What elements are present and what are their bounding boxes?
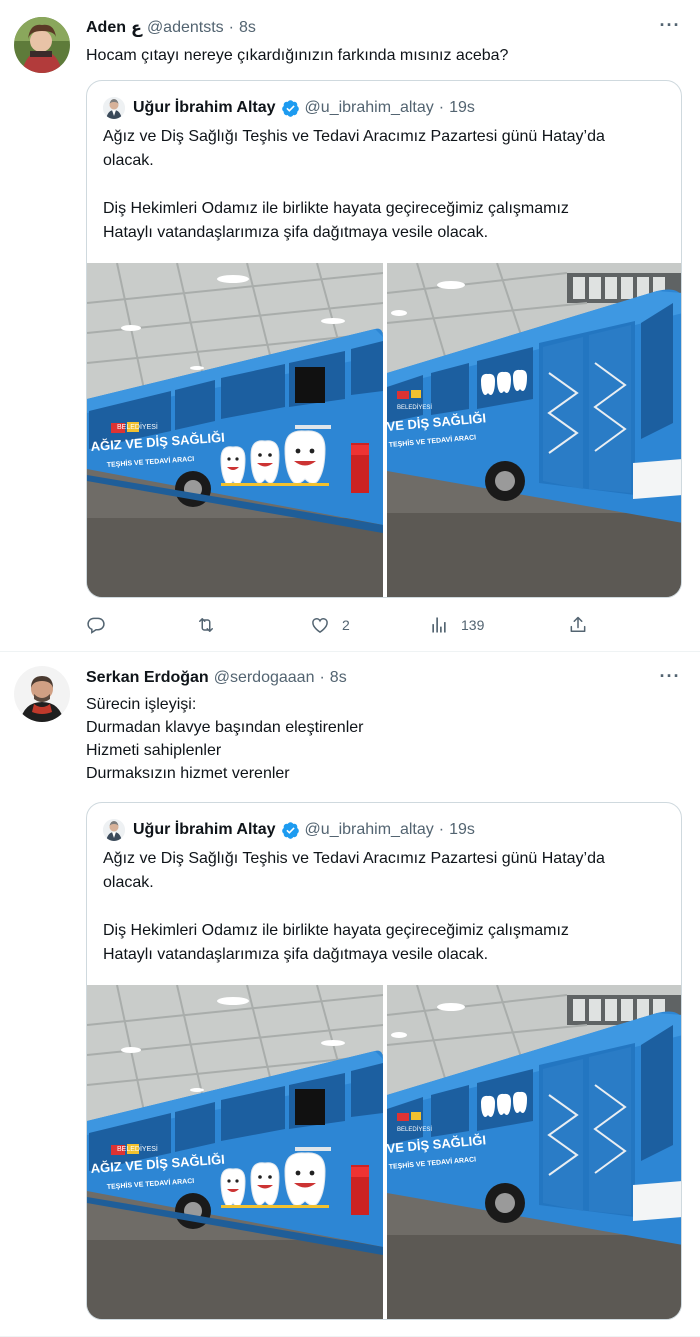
quoted-author-name: Uğur İbrahim Altay — [133, 821, 276, 838]
quoted-timestamp: 19s — [449, 821, 475, 838]
bus-photo-left[interactable]: BELEDİYESİ AĞIZ VE DİŞ SAĞLIĞI TEŞHİS VE… — [87, 985, 383, 1319]
media-grid: BELEDİYESİ AĞIZ VE DİŞ SAĞLIĞI TEŞHİS VE… — [87, 263, 681, 597]
tweet-text-line: Durmaksızın hizmet verenler — [86, 765, 290, 782]
bus-logo-text: BELEDİYESİ — [397, 404, 432, 411]
reply-button[interactable] — [86, 610, 118, 640]
verified-badge-icon — [281, 99, 299, 117]
tweet-text: Sürecin işleyişi: Durmadan klavye başınd… — [86, 693, 680, 785]
tweet-text: Hocam çıtayı nereye çıkardığınızın farkı… — [86, 44, 680, 67]
tweet-text-line: Durmadan klavye başından eleştirenler — [86, 719, 364, 736]
share-icon — [570, 616, 586, 632]
tweet[interactable]: Aden ع @adentsts · 8s ··· Hocam çıtayı n… — [0, 0, 700, 652]
tweet-text-line: Hocam çıtayı nereye çıkardığınızın farkı… — [86, 47, 509, 64]
bus-logo-text: BELEDİYESİ — [397, 1126, 432, 1133]
bus-photo-left[interactable]: BELEDİYESİ AĞIZ VE DİŞ SAĞLIĞI TEŞHİS VE… — [87, 263, 383, 597]
tweet[interactable]: Serkan Erdoğan @serdogaaan · 8s ··· Süre… — [0, 652, 700, 1337]
quoted-text-line: Diş Hekimleri Odamız ile birlikte hayata… — [103, 922, 569, 939]
separator: · — [319, 669, 325, 686]
bus-logo-text: BELEDİYESİ — [117, 1144, 158, 1153]
quoted-text-line: Diş Hekimleri Odamız ile birlikte hayata… — [103, 200, 569, 217]
retweet-button[interactable] — [196, 610, 228, 640]
quoted-text-line: Hataylı vatandaşlarımıza şifa dağıtmaya … — [103, 224, 489, 241]
quoted-tweet[interactable]: Uğur İbrahim Altay @u_ibrahim_altay · 19… — [86, 802, 682, 1320]
more-options-icon[interactable]: ··· — [658, 667, 682, 689]
verified-badge-icon — [281, 821, 299, 839]
like-button[interactable]: 2 — [310, 610, 350, 640]
quoted-text-line: Ağız ve Diş Sağlığı Teşhis ve Tedavi Ara… — [103, 128, 605, 145]
tweet-text-line: Sürecin işleyişi: — [86, 696, 197, 713]
avatar[interactable] — [14, 666, 70, 722]
quoted-tweet-header: Uğur İbrahim Altay @u_ibrahim_altay · 19… — [103, 819, 475, 841]
quoted-text-line: olacak. — [103, 874, 154, 891]
tweet-text-line: Hizmeti sahiplenler — [86, 742, 222, 759]
media-grid: BELEDİYESİ AĞIZ VE DİŞ SAĞLIĞI TEŞHİS VE… — [87, 985, 681, 1319]
bus-photo-right[interactable]: BELEDİYESİ VE DİŞ SAĞLIĞI TEŞHİS VE TEDA… — [387, 263, 681, 597]
view-count: 139 — [461, 617, 485, 633]
avatar[interactable] — [14, 17, 70, 73]
heart-icon — [312, 618, 328, 633]
retweet-icon — [199, 618, 213, 632]
quoted-author-name: Uğur İbrahim Altay — [133, 99, 276, 116]
author-name-flag: ع — [131, 20, 142, 37]
timestamp[interactable]: 8s — [239, 19, 256, 37]
quoted-tweet-header: Uğur İbrahim Altay @u_ibrahim_altay · 19… — [103, 97, 475, 119]
share-button[interactable] — [568, 610, 588, 640]
reply-icon — [87, 617, 105, 634]
author-name[interactable]: Serkan Erdoğan — [86, 669, 209, 687]
quoted-text-line: Hataylı vatandaşlarımıza şifa dağıtmaya … — [103, 946, 489, 963]
tweet-actions: 2 139 — [86, 610, 596, 640]
bus-photo-right[interactable]: BELEDİYESİ VE DİŞ SAĞLIĞI TEŞHİS VE TEDA… — [387, 985, 681, 1319]
quoted-author-handle: @u_ibrahim_altay — [304, 99, 434, 116]
separator: · — [228, 19, 234, 36]
views-icon — [432, 617, 446, 633]
separator: · — [438, 99, 445, 116]
author-handle[interactable]: @adentsts — [147, 19, 224, 37]
author-handle[interactable]: @serdogaaan — [214, 669, 315, 687]
quoted-tweet-text: Ağız ve Diş Sağlığı Teşhis ve Tedavi Ara… — [103, 125, 665, 245]
author-name[interactable]: Aden — [86, 19, 126, 37]
quoted-text-line: Ağız ve Diş Sağlığı Teşhis ve Tedavi Ara… — [103, 850, 605, 867]
views-button[interactable]: 139 — [429, 610, 484, 640]
avatar — [103, 819, 125, 841]
tweet-header: Serkan Erdoğan @serdogaaan · 8s — [86, 667, 347, 689]
quoted-timestamp: 19s — [449, 99, 475, 116]
quoted-text-line: olacak. — [103, 152, 154, 169]
avatar — [103, 97, 125, 119]
like-count: 2 — [342, 617, 350, 633]
quoted-tweet-text: Ağız ve Diş Sağlığı Teşhis ve Tedavi Ara… — [103, 847, 665, 967]
quoted-tweet[interactable]: Uğur İbrahim Altay @u_ibrahim_altay · 19… — [86, 80, 682, 598]
quoted-author-handle: @u_ibrahim_altay — [304, 821, 434, 838]
tweet-header: Aden ع @adentsts · 8s — [86, 17, 256, 39]
bus-logo-text: BELEDİYESİ — [117, 422, 158, 431]
more-options-icon[interactable]: ··· — [658, 16, 682, 38]
separator: · — [438, 821, 445, 838]
timestamp[interactable]: 8s — [330, 669, 347, 687]
